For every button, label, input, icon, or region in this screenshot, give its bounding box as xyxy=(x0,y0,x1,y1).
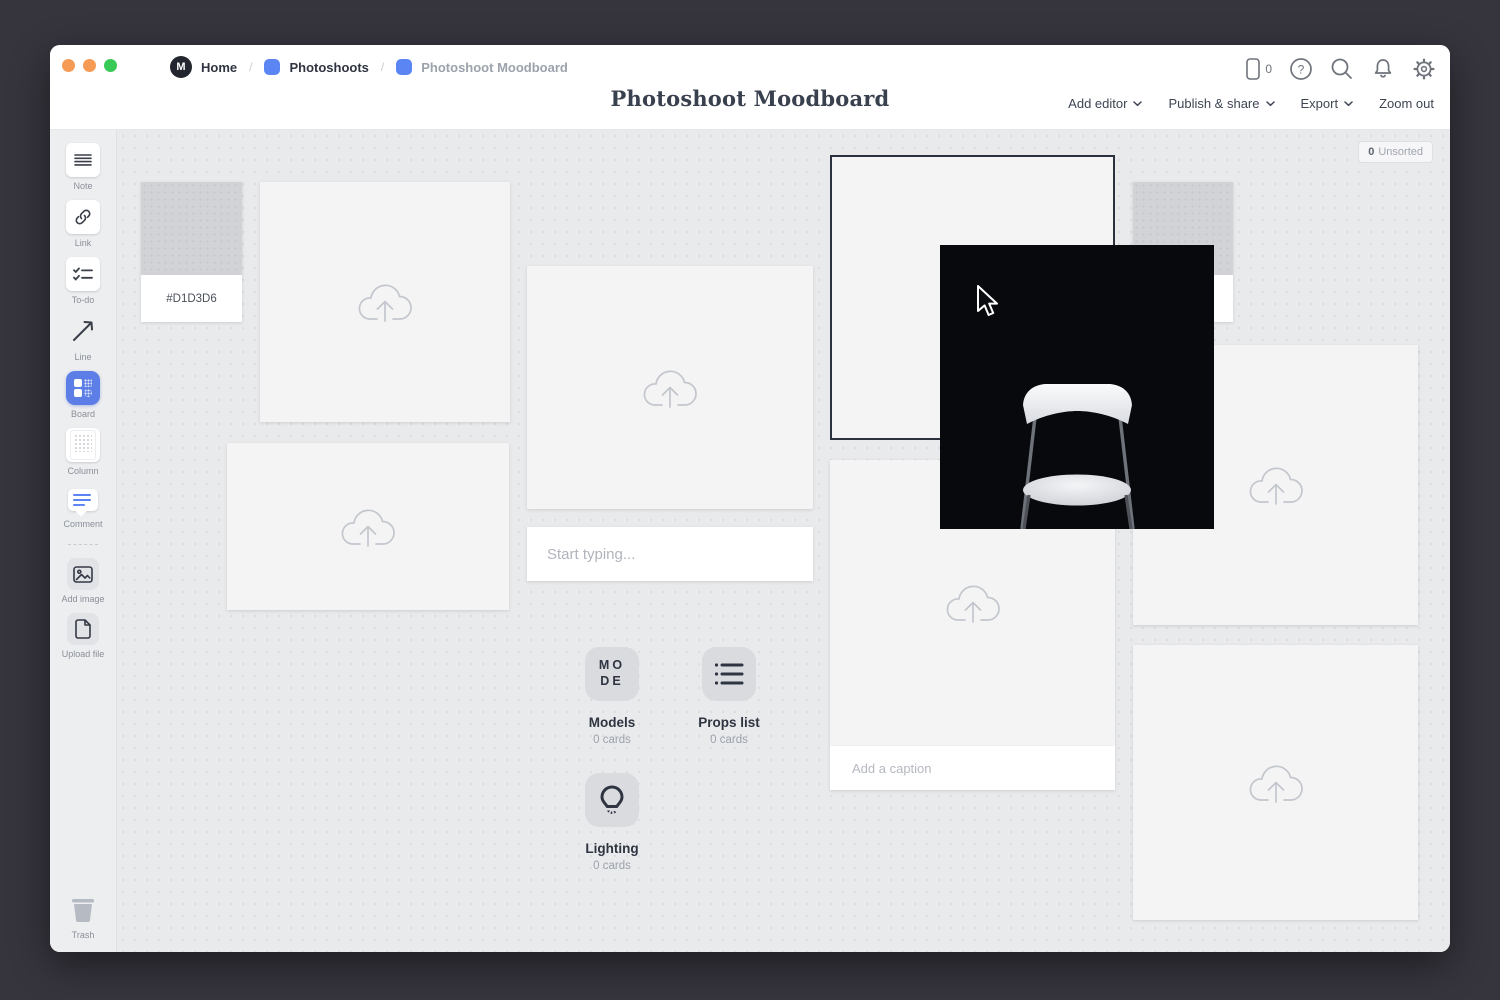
cloud-upload-icon xyxy=(339,504,397,550)
lightbulb-icon xyxy=(585,773,639,827)
image-upload-placeholder[interactable] xyxy=(260,182,510,422)
board-props-list[interactable]: Props list 0 cards xyxy=(674,647,784,746)
chevron-down-icon xyxy=(1344,101,1353,107)
breadcrumb-home[interactable]: Home xyxy=(201,60,237,75)
todo-checklist-icon xyxy=(66,257,100,291)
tool-todo[interactable]: To-do xyxy=(66,257,100,305)
note-icon xyxy=(66,143,100,177)
tool-note[interactable]: Note xyxy=(66,143,100,191)
tool-line[interactable]: Line xyxy=(66,314,100,362)
dragged-chair-image[interactable] xyxy=(940,245,1214,529)
tool-add-image[interactable]: Add image xyxy=(61,558,104,604)
caption-placeholder: Add a caption xyxy=(852,761,932,776)
zoom-out-button[interactable]: Zoom out xyxy=(1379,96,1434,111)
upload-file-icon xyxy=(67,613,99,645)
tool-column[interactable]: Column xyxy=(66,428,100,476)
note-placeholder: Start typing... xyxy=(547,546,635,563)
image-upload-placeholder[interactable] xyxy=(527,266,813,509)
notifications-bell-icon[interactable] xyxy=(1371,57,1395,81)
settings-gear-icon[interactable] xyxy=(1412,57,1436,81)
cloud-upload-icon xyxy=(1247,462,1305,508)
trash-bin[interactable]: Trash xyxy=(66,892,100,940)
tool-upload-file[interactable]: Upload file xyxy=(62,613,105,659)
topbar-icons: 0 ? xyxy=(1246,57,1436,81)
board-lighting[interactable]: Lighting 0 cards xyxy=(557,773,667,872)
breadcrumb-separator: / xyxy=(246,60,255,74)
trash-icon xyxy=(66,892,100,926)
milanote-logo[interactable]: M xyxy=(170,56,192,78)
board-models[interactable]: MO DE Models 0 cards xyxy=(557,647,667,746)
breadcrumb-separator: / xyxy=(378,60,387,74)
cloud-upload-icon xyxy=(1247,760,1305,806)
help-icon[interactable]: ? xyxy=(1289,57,1313,81)
phone-icon xyxy=(1246,58,1260,80)
zoom-window-button[interactable] xyxy=(104,59,117,72)
sidebar-divider xyxy=(68,544,98,545)
publish-share-button[interactable]: Publish & share xyxy=(1168,96,1274,111)
breadcrumb: M Home / Photoshoots / Photoshoot Moodbo… xyxy=(170,55,568,79)
export-button[interactable]: Export xyxy=(1301,96,1354,111)
caption-field[interactable]: Add a caption xyxy=(830,745,1115,790)
models-board-icon: MO DE xyxy=(585,647,639,701)
header-menu: Add editor Publish & share Export Zoom o… xyxy=(1068,96,1434,111)
cloud-upload-icon xyxy=(356,279,414,325)
minimize-window-button[interactable] xyxy=(83,59,96,72)
board-icon xyxy=(264,59,280,75)
board-icon xyxy=(66,371,100,405)
device-count: 0 xyxy=(1265,62,1272,76)
svg-text:?: ? xyxy=(1298,63,1305,77)
tool-sidebar: Note Link To-do xyxy=(50,130,117,952)
search-icon[interactable] xyxy=(1330,57,1354,81)
note-card[interactable]: Start typing... xyxy=(527,527,813,581)
link-icon xyxy=(66,200,100,234)
header-bar: M Home / Photoshoots / Photoshoot Moodbo… xyxy=(50,45,1450,130)
breadcrumb-current: Photoshoot Moodboard xyxy=(421,60,568,75)
mouse-cursor xyxy=(976,285,1000,317)
add-image-icon xyxy=(67,558,99,590)
line-arrow-icon xyxy=(66,314,100,348)
device-sync-button[interactable]: 0 xyxy=(1246,58,1272,80)
tool-board[interactable]: Board xyxy=(66,371,100,419)
tool-comment[interactable]: Comment xyxy=(63,485,102,529)
board-icon xyxy=(396,59,412,75)
image-upload-placeholder[interactable] xyxy=(227,443,509,610)
add-editor-button[interactable]: Add editor xyxy=(1068,96,1142,111)
breadcrumb-photoshoots[interactable]: Photoshoots xyxy=(289,60,368,75)
image-upload-placeholder[interactable] xyxy=(1133,645,1418,920)
column-icon xyxy=(66,428,100,462)
tool-link[interactable]: Link xyxy=(66,200,100,248)
color-swatch-preview xyxy=(141,182,242,275)
close-window-button[interactable] xyxy=(62,59,75,72)
color-swatch-card[interactable]: #D1D3D6 xyxy=(141,182,242,322)
comment-bubble-icon xyxy=(66,485,100,515)
chevron-down-icon xyxy=(1266,101,1275,107)
props-list-board-icon xyxy=(702,647,756,701)
cloud-upload-icon xyxy=(944,580,1002,626)
chevron-down-icon xyxy=(1133,101,1142,107)
app-window: M Home / Photoshoots / Photoshoot Moodbo… xyxy=(50,45,1450,952)
cloud-upload-icon xyxy=(641,365,699,411)
traffic-lights xyxy=(62,59,117,72)
moodboard-canvas[interactable]: 0 Unsorted #D1D3D6 xyxy=(117,130,1450,952)
unsorted-badge[interactable]: 0 Unsorted xyxy=(1358,141,1433,163)
color-swatch-hex: #D1D3D6 xyxy=(141,275,242,322)
